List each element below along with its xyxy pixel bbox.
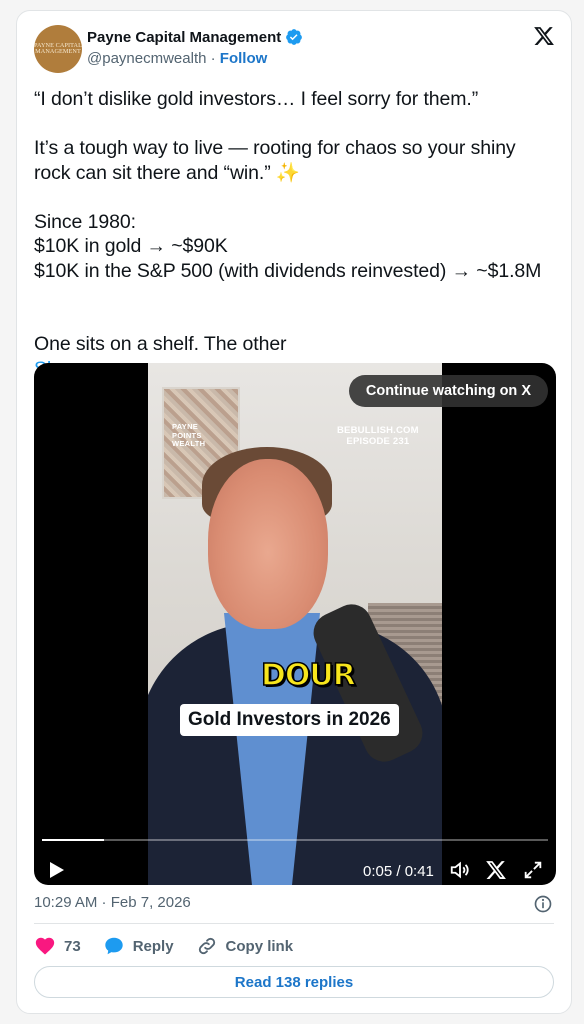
copy-link-label: Copy link xyxy=(225,937,294,955)
speaker-face xyxy=(208,459,328,629)
author-name[interactable]: Payne Capital Management xyxy=(87,29,281,46)
tweet-gold-line: $10K in gold → ~$90K xyxy=(34,235,228,257)
tweet-line-1: “I don’t dislike gold investors… I feel … xyxy=(34,88,479,110)
video-time: 0:05 / 0:41 xyxy=(363,863,434,880)
info-icon[interactable] xyxy=(533,894,553,914)
caption-subtitle: Gold Investors in 2026 xyxy=(180,704,399,736)
x-logo-icon[interactable] xyxy=(533,25,555,47)
episode-watermark: BEBULLISH.COM EPISODE 231 xyxy=(337,425,419,447)
avatar[interactable]: PAYNE CAPITAL MANAGEMENT xyxy=(34,25,82,73)
volume-icon[interactable] xyxy=(449,859,471,881)
follow-button[interactable]: Follow xyxy=(220,50,268,67)
reply-bubble-icon xyxy=(104,937,123,955)
avatar-text: PAYNE CAPITAL MANAGEMENT xyxy=(34,41,82,55)
tweet-last-text: One sits on a shelf. The other xyxy=(34,333,287,355)
verified-badge-icon xyxy=(286,29,303,45)
fullscreen-icon[interactable] xyxy=(522,859,544,881)
video-frame: PAYNE POINTS WEALTH BEBULLISH.COM EPISOD… xyxy=(148,363,442,885)
author-handle[interactable]: @paynecmwealth xyxy=(87,50,206,67)
tweet-since-heading: Since 1980: xyxy=(34,210,136,233)
show-logo-watermark: PAYNE POINTS WEALTH xyxy=(172,422,206,448)
video-progress-track[interactable] xyxy=(42,839,548,841)
divider xyxy=(34,923,554,924)
video-player[interactable]: PAYNE POINTS WEALTH BEBULLISH.COM EPISOD… xyxy=(34,363,556,885)
read-replies-button[interactable]: Read 138 replies xyxy=(34,966,554,998)
reply-button[interactable]: Reply xyxy=(103,935,174,957)
separator-dot: · xyxy=(210,50,216,67)
tweet-text: “I don’t dislike gold investors… I feel … xyxy=(34,87,554,381)
x-small-icon[interactable] xyxy=(485,859,507,881)
tweet-timestamp[interactable]: 10:29 AM · Feb 7, 2026 xyxy=(34,894,191,911)
tweet-embed-card: PAYNE CAPITAL MANAGEMENT Payne Capital M… xyxy=(16,10,572,1014)
author-name-row[interactable]: Payne Capital Management xyxy=(87,28,303,46)
tweet-actions: 73 Reply Copy link xyxy=(34,934,315,958)
author-subline: @paynecmwealth · Follow xyxy=(87,50,267,67)
reply-label: Reply xyxy=(132,937,174,955)
continue-watching-button[interactable]: Continue watching on X xyxy=(348,375,548,407)
copy-link-button[interactable]: Copy link xyxy=(196,935,294,957)
video-progress-fill xyxy=(42,839,104,841)
tweet-sp500-line: $10K in the S&P 500 (with dividends rein… xyxy=(34,259,542,282)
play-icon[interactable] xyxy=(49,861,65,879)
like-count: 73 xyxy=(64,937,81,955)
link-icon xyxy=(198,937,215,955)
heart-icon xyxy=(35,937,55,955)
caption-highlight-word: DOUR xyxy=(260,657,356,694)
tweet-paragraph-2: It’s a tough way to live — rooting for c… xyxy=(34,137,516,184)
like-button[interactable]: 73 xyxy=(34,935,81,957)
